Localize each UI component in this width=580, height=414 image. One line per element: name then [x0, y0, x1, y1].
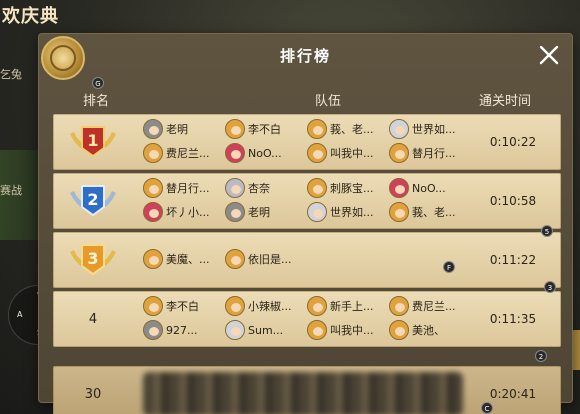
- leaderboard-row[interactable]: 3 美魔、... 依旧是... 0:11:22: [53, 232, 561, 288]
- rank-cell: 3: [53, 232, 133, 288]
- team-members: 美魔、... 依旧是...: [143, 236, 473, 284]
- avatar: [307, 296, 327, 316]
- rank-number: 4: [88, 311, 98, 327]
- team-member[interactable]: 老明: [143, 118, 225, 140]
- team-member[interactable]: 李不白: [143, 295, 225, 317]
- close-icon: [539, 45, 559, 65]
- avatar: [225, 320, 245, 340]
- team-member[interactable]: 927...: [143, 319, 225, 341]
- avatar: [389, 119, 409, 139]
- avatar: [143, 320, 163, 340]
- team-members: 李不白 小辣椒... 新手上... 费尼兰... 927... Sum... 叫…: [143, 295, 473, 343]
- side-text: 赛战: [0, 184, 22, 197]
- avatar: [307, 143, 327, 163]
- clear-time: 0:10:58: [489, 194, 537, 208]
- close-button[interactable]: [536, 42, 562, 68]
- avatar: [225, 143, 245, 163]
- team-member[interactable]: 费尼兰...: [389, 295, 471, 317]
- key-hint-5: 5: [541, 225, 553, 237]
- key-a-label: A: [17, 310, 23, 319]
- avatar: [307, 119, 327, 139]
- team-member[interactable]: 美池、: [389, 319, 471, 341]
- column-headers: 排名 队伍 通关时间: [39, 90, 572, 110]
- avatar: [389, 143, 409, 163]
- team-member[interactable]: Sum...: [225, 319, 307, 341]
- avatar: [389, 320, 409, 340]
- team-member[interactable]: 李不白: [225, 118, 307, 140]
- avatar: [225, 202, 245, 222]
- leaderboard-row[interactable]: 1 老明 李不白 莪、老... 世界如... 费尼兰... NoO... 叫我中…: [53, 114, 561, 170]
- team-member[interactable]: 刺豚宝...: [307, 177, 389, 199]
- clear-time: 0:20:41: [489, 387, 537, 401]
- team-member[interactable]: 叫我中...: [307, 319, 389, 341]
- leaderboard-panel: 排行榜 G 排名 队伍 通关时间 1 老明 李不白 莪、老... 世界如... …: [38, 33, 573, 414]
- rank-number: 30: [84, 386, 102, 402]
- avatar: [143, 249, 163, 269]
- avatar: [143, 202, 163, 222]
- team-member[interactable]: 小辣椒...: [225, 295, 307, 317]
- leaderboard-row[interactable]: 2 替月行... 杏奈 刺豚宝... NoO... 坏丿小... 老明 世界如.…: [53, 173, 561, 229]
- avatar: [225, 296, 245, 316]
- team-member[interactable]: 费尼兰...: [143, 142, 225, 164]
- header-time: 通关时间: [479, 94, 532, 109]
- avatar: [389, 178, 409, 198]
- team-member[interactable]: 老明: [225, 201, 307, 223]
- team-member[interactable]: 依旧是...: [225, 248, 307, 270]
- header-rank: 排名: [83, 94, 110, 109]
- key-hint-3: 3: [544, 281, 556, 293]
- rank-cell: 1: [53, 114, 133, 170]
- team-member[interactable]: 新手上...: [307, 295, 389, 317]
- clear-time: 0:11:35: [489, 312, 537, 326]
- key-hint-c: C: [481, 402, 493, 414]
- avatar: [143, 143, 163, 163]
- avatar: [389, 202, 409, 222]
- avatar: [307, 320, 327, 340]
- team-member[interactable]: 美魔、...: [143, 248, 225, 270]
- gold-medal-icon: 1: [68, 124, 118, 160]
- team-member[interactable]: 叫我中...: [307, 142, 389, 164]
- clear-time: 0:10:22: [489, 135, 537, 149]
- avatar: [143, 178, 163, 198]
- avatar: [225, 249, 245, 269]
- rank-cell: 4: [53, 291, 133, 347]
- censored-team-members: [143, 372, 463, 414]
- team-members: 老明 李不白 莪、老... 世界如... 费尼兰... NoO... 叫我中..…: [143, 118, 473, 166]
- team-member[interactable]: NoO...: [225, 142, 307, 164]
- avatar: [225, 178, 245, 198]
- avatar: [143, 296, 163, 316]
- silver-medal-icon: 2: [68, 183, 118, 219]
- team-member[interactable]: 坏丿小...: [143, 201, 225, 223]
- avatar: [307, 202, 327, 222]
- key-hint-2: 2: [535, 350, 547, 362]
- avatar: [225, 119, 245, 139]
- side-text: 乞兔: [0, 68, 22, 81]
- svg-text:1: 1: [87, 131, 98, 150]
- team-member[interactable]: 世界如...: [307, 201, 389, 223]
- team-member[interactable]: 莪、老...: [389, 201, 471, 223]
- avatar: [143, 119, 163, 139]
- key-hint-g: G: [92, 77, 104, 89]
- svg-text:3: 3: [87, 249, 98, 268]
- avatar: [307, 178, 327, 198]
- team-member[interactable]: 莪、老...: [307, 118, 389, 140]
- team-member[interactable]: 替月行...: [389, 142, 471, 164]
- team-members: 替月行... 杏奈 刺豚宝... NoO... 坏丿小... 老明 世界如...…: [143, 177, 473, 225]
- key-hint-f: F: [443, 261, 455, 273]
- team-member[interactable]: 世界如...: [389, 118, 471, 140]
- rank-cell: 30: [53, 366, 133, 414]
- avatar: [389, 296, 409, 316]
- leaderboard-row[interactable]: 4 李不白 小辣椒... 新手上... 费尼兰... 927... Sum...…: [53, 291, 561, 347]
- panel-title: 排行榜: [279, 47, 331, 65]
- rank-cell: 2: [53, 173, 133, 229]
- team-member[interactable]: 替月行...: [143, 177, 225, 199]
- team-member[interactable]: 杏奈: [225, 177, 307, 199]
- clear-time: 0:11:22: [489, 253, 537, 267]
- svg-text:2: 2: [87, 190, 98, 209]
- header-team: 队伍: [315, 94, 342, 109]
- event-title: 欢庆典: [2, 6, 59, 27]
- team-member[interactable]: NoO...: [389, 177, 471, 199]
- bronze-medal-icon: 3: [68, 242, 118, 278]
- panel-header: 排行榜: [39, 34, 572, 80]
